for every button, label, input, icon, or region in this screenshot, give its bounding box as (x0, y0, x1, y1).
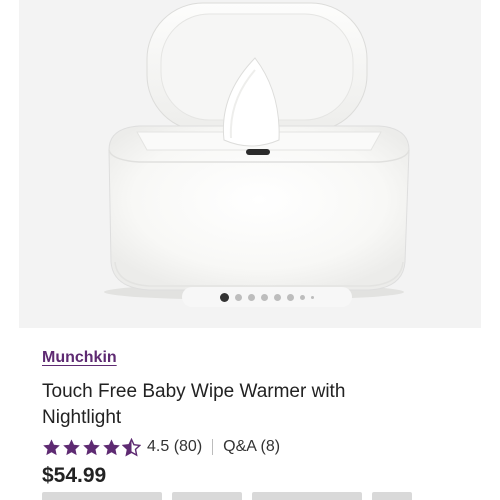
star-full-icon (63, 438, 80, 455)
carousel-dot[interactable] (261, 293, 268, 301)
rating-text[interactable]: 4.5 (80) (147, 438, 202, 456)
carousel-dot[interactable] (274, 293, 281, 301)
product-price: $54.99 (42, 464, 107, 487)
carousel-dot[interactable] (235, 293, 242, 301)
star-full-icon (83, 438, 100, 455)
star-full-icon (103, 438, 120, 455)
image-carousel-indicator[interactable] (182, 287, 352, 307)
qa-link[interactable]: Q&A (8) (223, 438, 280, 456)
carousel-dot-active[interactable] (220, 292, 229, 302)
carousel-dot[interactable] (248, 293, 255, 301)
divider (212, 439, 214, 455)
product-title: Touch Free Baby Wipe Warmer with Nightli… (42, 381, 346, 428)
cutoff-text-row (42, 492, 442, 500)
product-image-gallery[interactable] (19, 0, 481, 328)
star-rating (42, 437, 141, 457)
brand-link[interactable]: Munchkin (42, 349, 117, 367)
carousel-dot[interactable] (300, 294, 305, 300)
star-half-icon (122, 437, 141, 456)
wipe-warmer-image (104, 2, 410, 300)
carousel-dot[interactable] (287, 293, 294, 301)
star-full-icon (43, 438, 60, 455)
rating-row[interactable]: 4.5 (80) Q&A (8) (42, 437, 280, 457)
carousel-dot[interactable] (311, 295, 314, 299)
